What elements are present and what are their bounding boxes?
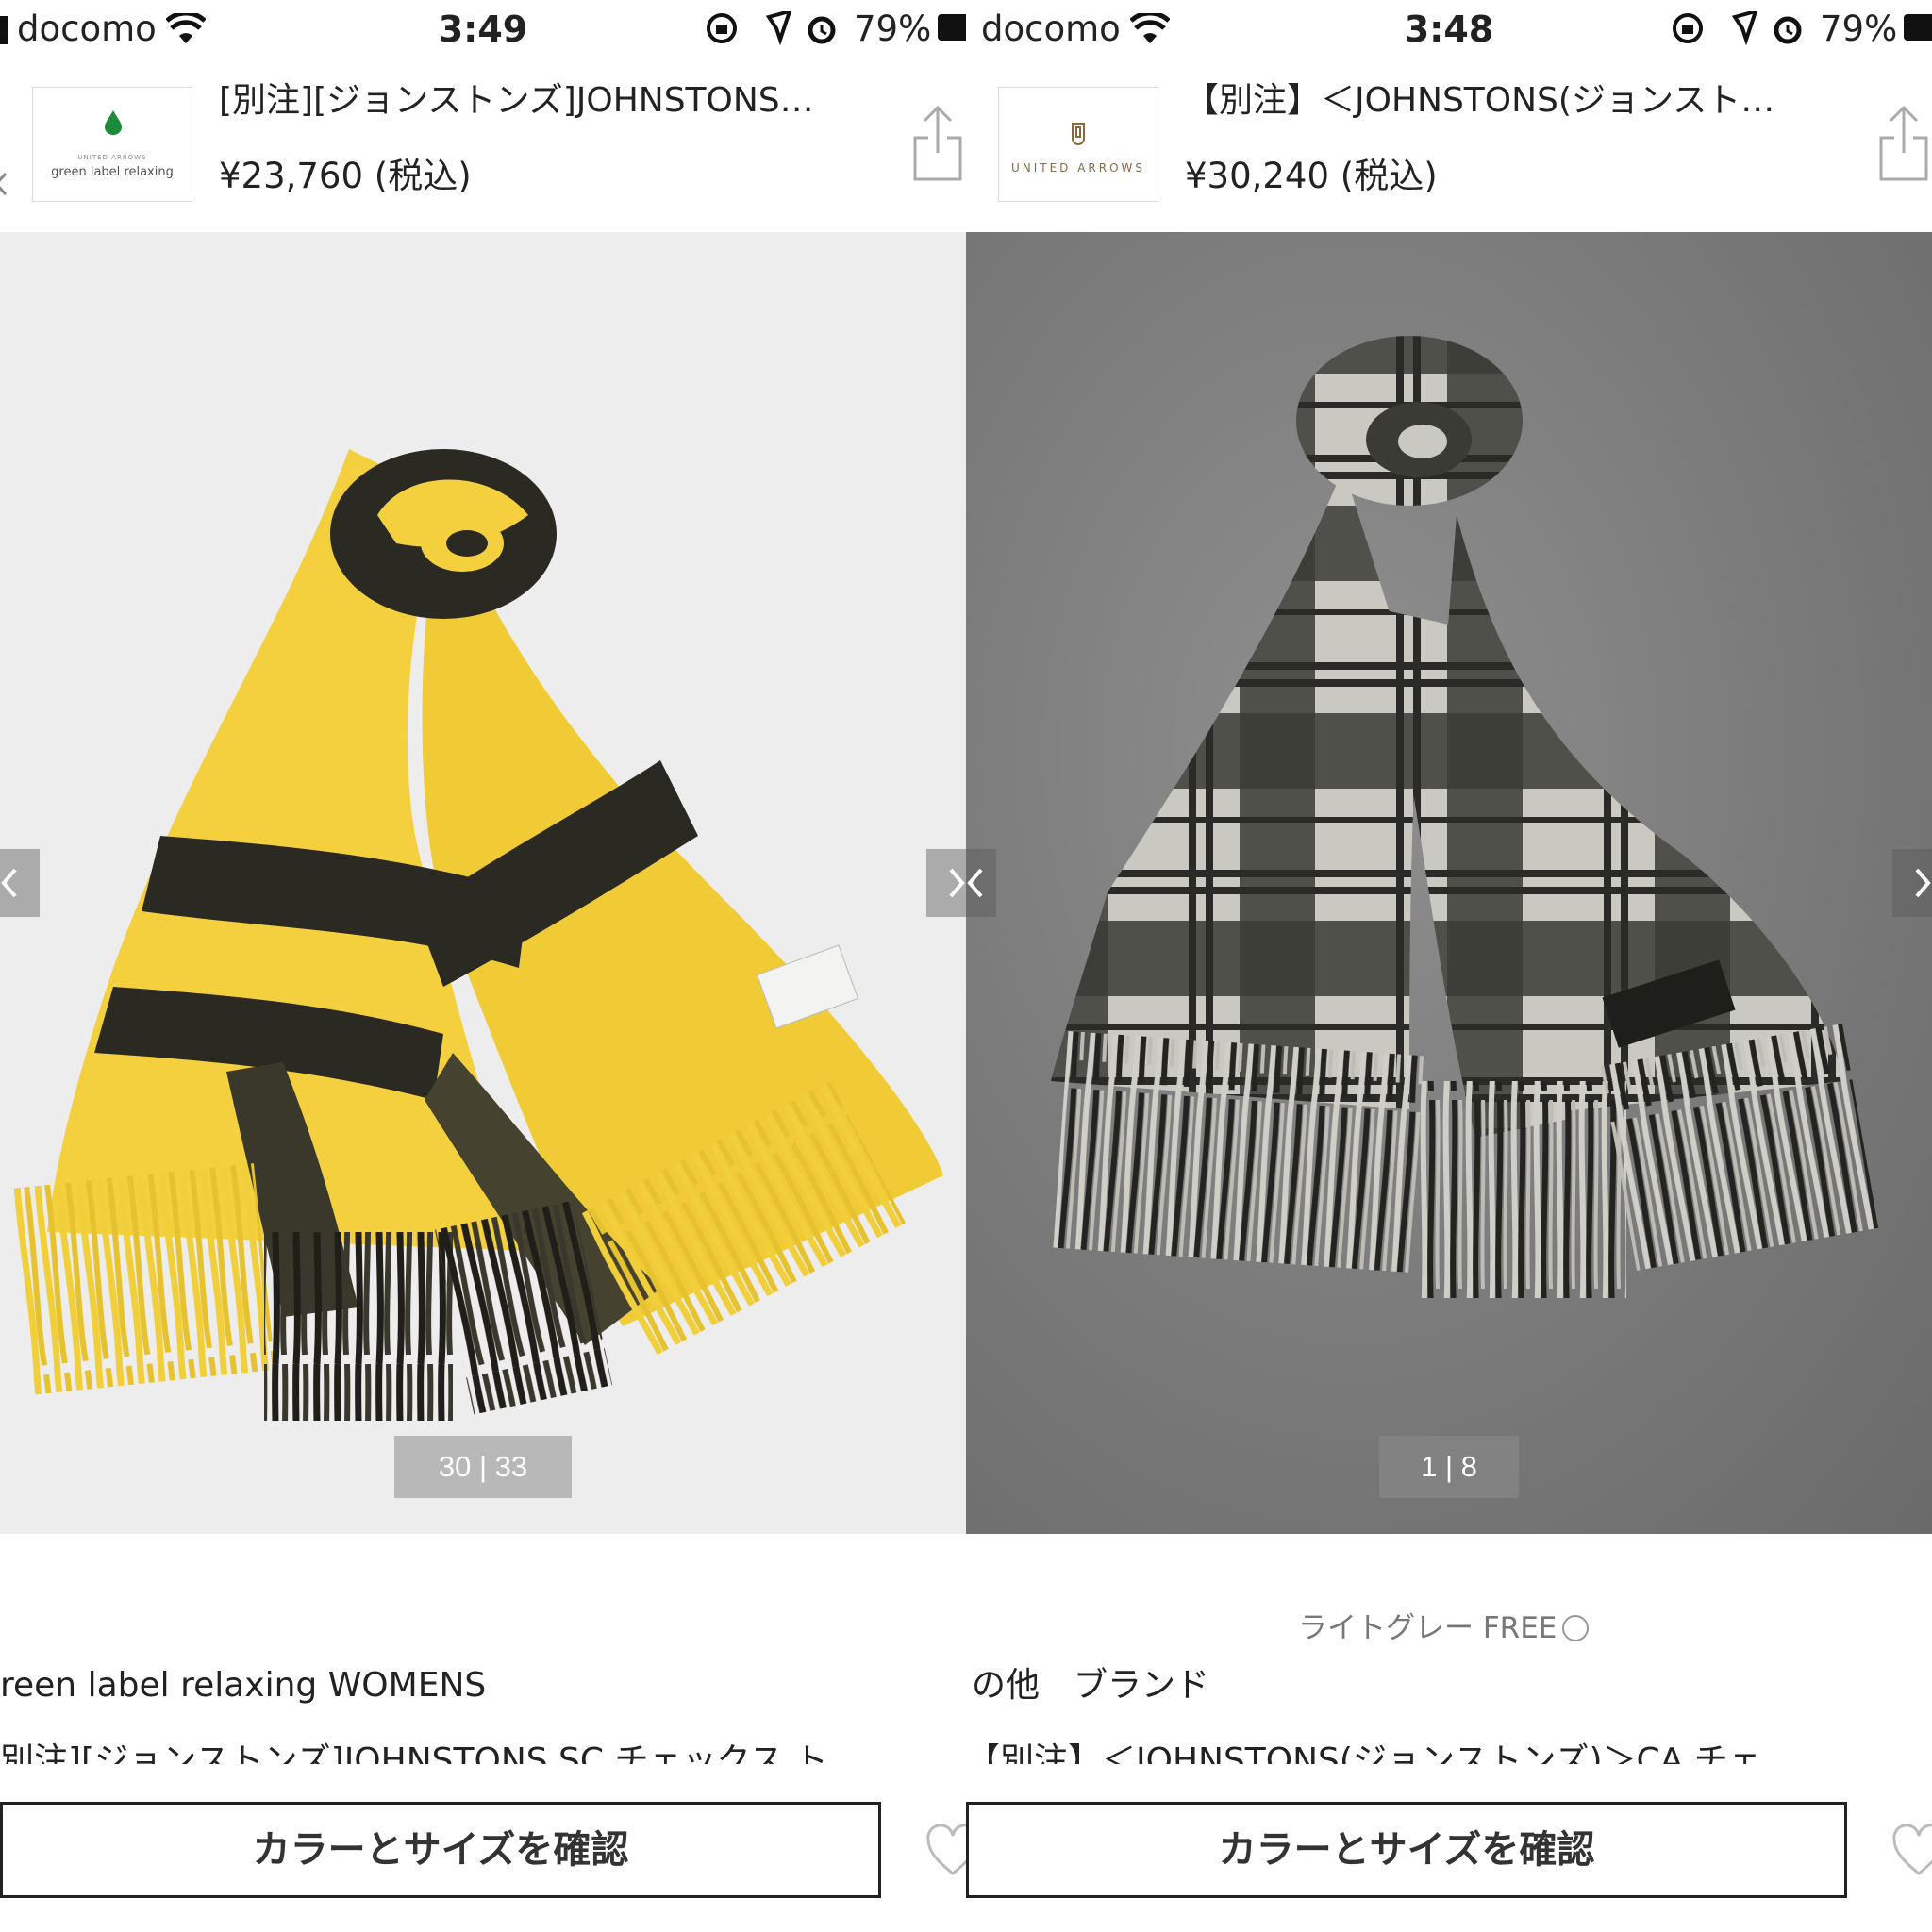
logo-small-text: UNITED ARROWS <box>77 154 147 161</box>
prev-image-button[interactable] <box>0 849 40 917</box>
product-panel-left: docomo 3:49 79% UNITED ARROWS green labe… <box>0 0 966 1932</box>
status-bar: docomo 3:48 79% <box>966 0 1932 58</box>
product-description: 【別注】＜JOHNSTONS(ジョンストンズ)＞CA チェ <box>966 1741 1762 1764</box>
image-counter: 30 | 33 <box>394 1436 572 1498</box>
product-description: 別注][ジョンストンズ]JOHNSTONS SC チェックス ト <box>0 1741 828 1764</box>
status-icons <box>1673 11 1802 46</box>
battery-percent: 79% <box>854 8 932 49</box>
share-icon[interactable] <box>1877 106 1930 183</box>
image-counter: 1 | 8 <box>1379 1436 1519 1498</box>
battery-icon <box>1904 14 1932 41</box>
check-color-size-button[interactable]: カラーとサイズを確認 <box>966 1802 1847 1898</box>
brand-logo[interactable]: UNITED ARROWS green label relaxing <box>32 87 192 202</box>
leaf-drop-icon <box>105 110 122 135</box>
location-icon <box>765 11 792 46</box>
check-color-size-button[interactable]: カラーとサイズを確認 <box>0 1802 881 1898</box>
next-image-button[interactable] <box>1892 849 1932 917</box>
product-price: ¥23,760 (税込) <box>219 156 472 196</box>
product-header: UNITED ARROWS green label relaxing [別注][… <box>0 58 966 232</box>
prev-image-button[interactable] <box>966 849 996 917</box>
chevron-left-icon <box>1 868 17 898</box>
status-bar: docomo 3:49 79% <box>0 0 966 58</box>
rotation-lock-icon <box>707 13 737 43</box>
product-header: UNITED ARROWS 【別注】＜JOHNSTONS(ジョンスト… ¥30,… <box>966 58 1932 232</box>
favorite-heart-icon[interactable] <box>924 1824 966 1877</box>
battery-icon <box>938 14 966 41</box>
share-icon[interactable] <box>911 106 964 183</box>
location-icon <box>1731 11 1758 46</box>
brand-logo[interactable]: UNITED ARROWS <box>998 87 1158 202</box>
product-panel-right: docomo 3:48 79% UNITED ARROWS 【別注】＜JOHNS… <box>966 0 1932 1932</box>
brand-name[interactable]: の他 ブランド <box>972 1660 1209 1711</box>
radio-circle-icon[interactable] <box>1562 1615 1590 1641</box>
product-title: [別注][ジョンストンズ]JOHNSTONS… <box>219 81 814 120</box>
brand-name[interactable]: reen label relaxing WOMENS <box>0 1660 486 1711</box>
rotation-lock-icon <box>1673 13 1703 43</box>
product-image-gallery[interactable]: 30 | 33 <box>0 232 966 1534</box>
back-chevron-icon[interactable] <box>0 172 8 196</box>
favorite-heart-icon[interactable] <box>1890 1824 1932 1877</box>
product-image-gallery[interactable]: 1 | 8 <box>966 232 1932 1534</box>
product-price: ¥30,240 (税込) <box>1185 156 1438 196</box>
logo-text: UNITED ARROWS <box>1010 161 1146 175</box>
alarm-icon <box>808 16 836 44</box>
scarf-photo <box>1051 336 1879 1298</box>
scarf-photo <box>9 449 943 1421</box>
color-size-text: ライトグレー FREE <box>1298 1611 1557 1645</box>
product-title: 【別注】＜JOHNSTONS(ジョンスト… <box>1185 81 1775 120</box>
logo-text: green label relaxing <box>51 165 174 179</box>
chevron-right-icon <box>1915 868 1931 898</box>
chevron-left-icon <box>967 868 983 898</box>
alarm-icon <box>1774 16 1802 44</box>
united-arrows-emblem-icon <box>1072 123 1085 145</box>
color-size-label[interactable]: ライトグレー FREE <box>1298 1604 1590 1653</box>
status-icons <box>707 11 836 46</box>
next-image-button[interactable] <box>926 849 966 917</box>
battery-percent: 79% <box>1820 8 1898 49</box>
chevron-right-icon <box>949 868 965 898</box>
